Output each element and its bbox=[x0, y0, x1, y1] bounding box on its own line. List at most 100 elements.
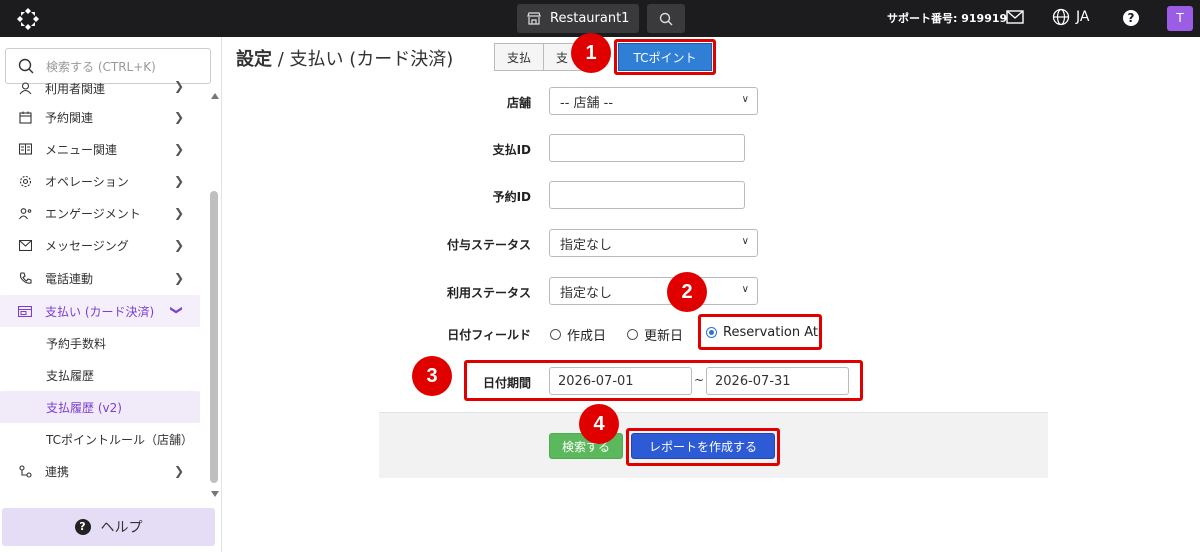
global-search-button[interactable] bbox=[647, 4, 685, 33]
date-option-created[interactable]: 作成日 bbox=[550, 325, 606, 344]
store-select-value: -- 店舗 -- bbox=[560, 95, 614, 111]
chevron-right-icon: ❯ bbox=[174, 271, 185, 285]
period-label: 日付期間 bbox=[482, 376, 531, 390]
sidebar-subitem-payment-history-v2[interactable]: 支払履歴 (v2) bbox=[0, 391, 200, 423]
chevron-down-icon: ❯ bbox=[170, 304, 185, 316]
store-name: Restaurant1 bbox=[550, 11, 630, 26]
sidebar-item-integrations[interactable]: 連携 ❯ bbox=[0, 455, 208, 487]
sidebar-item-users[interactable]: 利用者関連 ❯ bbox=[0, 77, 208, 99]
use-status-label: 利用ステータス bbox=[446, 286, 531, 300]
page-title: 設定 / 支払い (カード決済) bbox=[236, 45, 453, 71]
page-title-subsection: / 支払い (カード決済) bbox=[272, 49, 454, 70]
store-icon bbox=[527, 12, 541, 25]
sidebar-search-placeholder: 検索する (CTRL+K) bbox=[46, 59, 156, 74]
chevron-down-icon: ∨ bbox=[741, 236, 749, 247]
chevron-right-icon: ❯ bbox=[174, 174, 185, 188]
sidebar-item-operations[interactable]: オペレーション ❯ bbox=[0, 165, 208, 197]
user-icon bbox=[18, 81, 32, 95]
chevron-right-icon: ❯ bbox=[174, 464, 185, 478]
store-selector-button[interactable]: Restaurant1 bbox=[517, 4, 639, 33]
sidebar-subitem-payment-history[interactable]: 支払履歴 bbox=[0, 359, 208, 391]
chevron-down-icon: ∨ bbox=[741, 284, 749, 295]
help-icon[interactable]: ? bbox=[1123, 10, 1139, 26]
period-separator: ~ bbox=[694, 373, 705, 387]
search-icon bbox=[659, 12, 673, 25]
sidebar-item-label: メッセージング bbox=[45, 238, 129, 253]
payment-id-label: 支払ID bbox=[492, 143, 531, 157]
search-icon bbox=[18, 58, 34, 74]
chevron-right-icon: ❯ bbox=[174, 206, 185, 220]
payment-id-input[interactable] bbox=[549, 134, 745, 162]
menu-book-icon bbox=[18, 142, 32, 156]
reservation-id-label: 予約ID bbox=[492, 190, 531, 204]
grant-status-label: 付与ステータス bbox=[446, 238, 531, 252]
sidebar: 検索する (CTRL+K) 利用者関連 ❯ 予約関連 ❯ メニュー関連 ❯ オペ… bbox=[0, 37, 222, 552]
annotation-badge-2: 2 bbox=[667, 272, 707, 312]
top-bar: Restaurant1 サポート番号: 919919 JA ? T bbox=[0, 0, 1200, 37]
reservation-id-input[interactable] bbox=[549, 181, 745, 209]
sidebar-item-label: メニュー関連 bbox=[45, 142, 118, 157]
chevron-right-icon: ❯ bbox=[174, 238, 185, 252]
period-from-input[interactable]: 2026-07-01 bbox=[549, 367, 692, 395]
sidebar-item-engagement[interactable]: エンゲージメント ❯ bbox=[0, 197, 208, 229]
globe-icon bbox=[1052, 8, 1070, 26]
date-option-updated[interactable]: 更新日 bbox=[627, 325, 683, 344]
grant-status-value: 指定なし bbox=[560, 237, 613, 253]
language-code: JA bbox=[1076, 9, 1090, 25]
scroll-down-arrow[interactable] bbox=[211, 491, 219, 497]
sidebar-nav: 利用者関連 ❯ 予約関連 ❯ メニュー関連 ❯ オペレーション ❯ エンゲージメ… bbox=[0, 77, 208, 487]
avatar[interactable]: T bbox=[1167, 6, 1193, 31]
sidebar-item-label: 連携 bbox=[45, 464, 70, 479]
sidebar-item-label: オペレーション bbox=[45, 174, 129, 189]
calendar-icon bbox=[18, 110, 32, 124]
highlight-box-1 bbox=[614, 39, 716, 75]
annotation-badge-4: 4 bbox=[579, 404, 619, 444]
scroll-up-arrow[interactable] bbox=[211, 93, 219, 99]
radio-button bbox=[627, 329, 638, 340]
mail-icon bbox=[18, 238, 32, 252]
chevron-right-icon: ❯ bbox=[174, 142, 185, 156]
chevron-right-icon: ❯ bbox=[174, 79, 185, 93]
sidebar-item-label: エンゲージメント bbox=[45, 206, 141, 221]
use-status-select[interactable]: 指定なし ∨ bbox=[549, 277, 758, 305]
payment-card-icon bbox=[18, 304, 32, 318]
mail-icon[interactable] bbox=[1006, 10, 1024, 24]
highlight-box-2 bbox=[698, 314, 822, 350]
sidebar-item-phone[interactable]: 電話連動 ❯ bbox=[0, 261, 208, 295]
help-icon: ? bbox=[74, 519, 91, 535]
tab-payments[interactable]: 支払 bbox=[494, 43, 544, 71]
sidebar-subitem-reservation-fee[interactable]: 予約手数料 bbox=[0, 327, 208, 359]
sidebar-item-payments[interactable]: 支払い (カード決済) ❯ bbox=[0, 295, 200, 327]
date-field-label: 日付フィールド bbox=[447, 328, 531, 342]
page-title-section: 設定 bbox=[236, 49, 272, 70]
highlight-box-4 bbox=[626, 428, 780, 466]
chevron-right-icon: ❯ bbox=[174, 110, 185, 124]
radio-label: 更新日 bbox=[644, 329, 684, 344]
radio-label: 作成日 bbox=[567, 329, 607, 344]
app-logo-icon[interactable] bbox=[16, 7, 40, 31]
sidebar-item-reservations[interactable]: 予約関連 ❯ bbox=[0, 101, 208, 133]
help-label: ヘルプ bbox=[100, 520, 143, 536]
sidebar-scrollbar-thumb[interactable] bbox=[210, 191, 218, 483]
use-status-value: 指定なし bbox=[560, 285, 613, 301]
sidebar-item-messaging[interactable]: メッセージング ❯ bbox=[0, 229, 208, 261]
period-to-input[interactable]: 2026-07-31 bbox=[706, 367, 849, 395]
settings-gear-icon bbox=[18, 174, 32, 188]
sidebar-item-menu[interactable]: メニュー関連 ❯ bbox=[0, 133, 208, 165]
annotation-badge-1: 1 bbox=[571, 33, 611, 73]
engagement-icon bbox=[18, 206, 32, 220]
sidebar-item-label: 利用者関連 bbox=[45, 81, 106, 96]
radio-button bbox=[550, 329, 561, 340]
store-select[interactable]: -- 店舗 -- ∨ bbox=[549, 87, 758, 115]
sidebar-subitem-tc-point-rules[interactable]: TCポイントルール（店舗） bbox=[0, 423, 208, 455]
sidebar-item-label: 電話連動 bbox=[45, 271, 94, 286]
phone-icon bbox=[18, 271, 32, 285]
support-number: サポート番号: 919919 bbox=[887, 12, 1008, 25]
sidebar-item-label: 予約関連 bbox=[45, 110, 94, 125]
integration-icon bbox=[18, 464, 32, 478]
language-selector[interactable]: JA bbox=[1052, 8, 1089, 26]
grant-status-select[interactable]: 指定なし ∨ bbox=[549, 229, 758, 257]
chevron-down-icon: ∨ bbox=[741, 94, 749, 105]
sidebar-item-label: 支払い (カード決済) bbox=[45, 304, 155, 319]
help-button[interactable]: ? ヘルプ bbox=[2, 508, 215, 546]
